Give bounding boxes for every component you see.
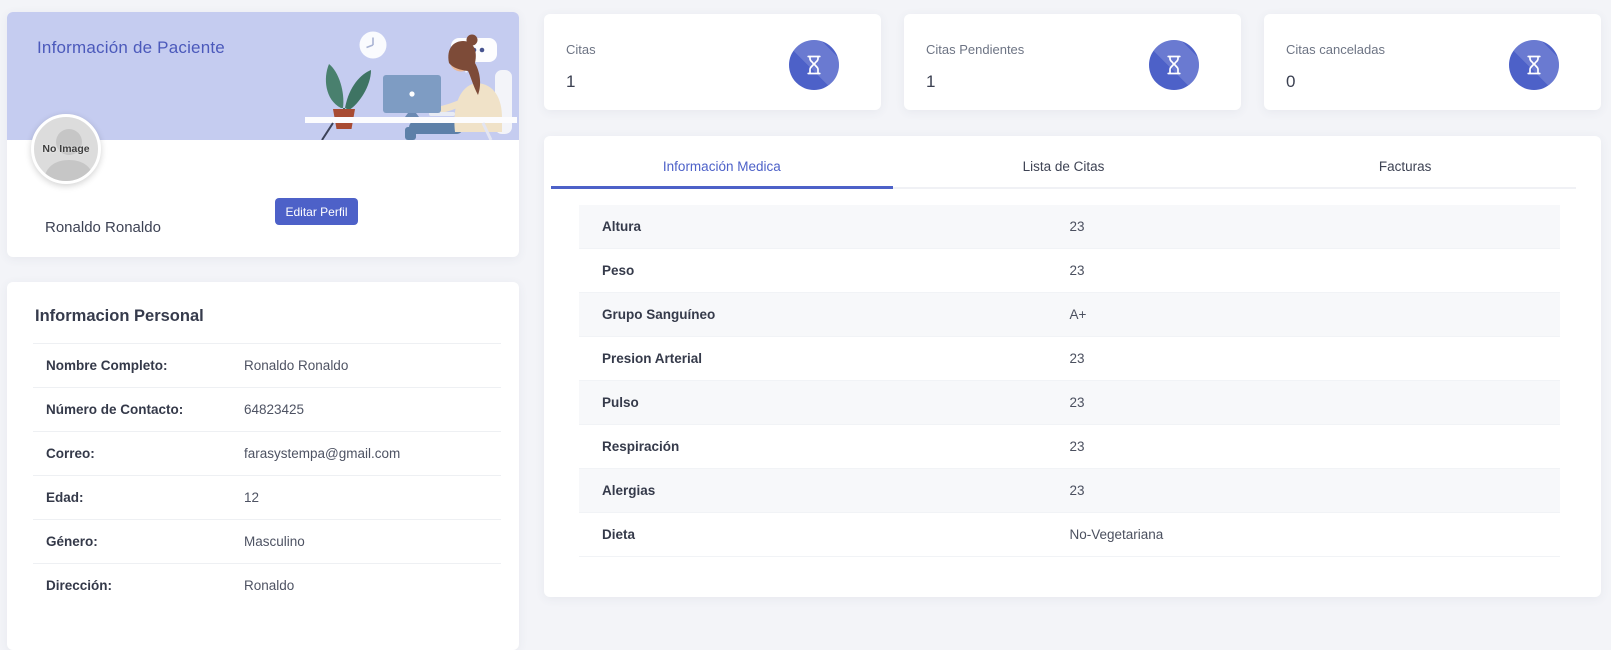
tab-facturas[interactable]: Facturas [1234, 136, 1576, 187]
personal-row-numero-de-contacto: Número de Contacto: 64823425 [33, 387, 501, 431]
medical-row-value: A+ [1070, 307, 1087, 322]
stat-label: Citas canceladas [1286, 42, 1385, 57]
hourglass-icon [1509, 40, 1559, 90]
medical-row-value: 23 [1070, 483, 1085, 498]
personal-row-value: 12 [244, 490, 259, 505]
medical-row-respiracion: Respiración 23 [579, 425, 1560, 469]
personal-row-value: 64823425 [244, 402, 304, 417]
medical-row-peso: Peso 23 [579, 249, 1560, 293]
medical-row-label: Peso [579, 263, 1070, 278]
personal-row-value: Ronaldo [244, 578, 294, 593]
tab-informacion-medica[interactable]: Información Medica [551, 136, 893, 187]
hourglass-icon [1149, 40, 1199, 90]
stat-card-citas: Citas 1 [544, 14, 881, 110]
clock-icon [360, 32, 387, 59]
medical-row-dieta: Dieta No-Vegetariana [579, 513, 1560, 557]
stat-card-citas-canceladas: Citas canceladas 0 [1264, 14, 1601, 110]
medical-row-presion-arterial: Presion Arterial 23 [579, 337, 1560, 381]
personal-row-nombre-completo: Nombre Completo: Ronaldo Ronaldo [33, 343, 501, 387]
personal-row-label: Nombre Completo: [46, 358, 244, 373]
medical-row-value: 23 [1070, 263, 1085, 278]
medical-details-card: Información Medica Lista de Citas Factur… [544, 136, 1601, 597]
medical-info-table: Altura 23 Peso 23 Grupo Sanguíneo A+ Pre… [579, 205, 1560, 557]
medical-row-label: Presion Arterial [579, 351, 1070, 366]
monitor-icon [383, 75, 441, 117]
edit-profile-button[interactable]: Editar Perfil [275, 198, 358, 225]
personal-row-genero: Género: Masculino [33, 519, 501, 563]
desk-illustration [305, 14, 517, 140]
personal-row-label: Correo: [46, 446, 244, 461]
medical-row-label: Dieta [579, 527, 1070, 542]
personal-row-correo: Correo: farasystempa@gmail.com [33, 431, 501, 475]
personal-row-value: farasystempa@gmail.com [244, 446, 400, 461]
hourglass-icon [789, 40, 839, 90]
stat-value: 0 [1286, 72, 1295, 92]
personal-row-label: Número de Contacto: [46, 402, 244, 417]
patient-card-title: Información de Paciente [37, 38, 225, 58]
stat-label: Citas [566, 42, 596, 57]
personal-row-direccion: Dirección: Ronaldo [33, 563, 501, 607]
medical-row-value: 23 [1070, 439, 1085, 454]
avatar: No Image [31, 114, 101, 184]
medical-row-altura: Altura 23 [579, 205, 1560, 249]
stat-card-citas-pendientes: Citas Pendientes 1 [904, 14, 1241, 110]
no-image-label: No Image [42, 143, 89, 155]
medical-row-label: Grupo Sanguíneo [579, 307, 1070, 322]
stat-value: 1 [566, 72, 575, 92]
medical-row-value: 23 [1070, 395, 1085, 410]
desk [305, 117, 517, 123]
personal-info-card: Informacion Personal Nombre Completo: Ro… [7, 282, 519, 650]
personal-info-title: Informacion Personal [35, 307, 491, 326]
tab-lista-de-citas[interactable]: Lista de Citas [893, 136, 1235, 187]
personal-row-label: Edad: [46, 490, 244, 505]
stats-row: Citas 1 Citas Pendientes 1 Citas cancela… [544, 14, 1601, 110]
patient-name: Ronaldo Ronaldo [45, 219, 161, 236]
medical-row-value: No-Vegetariana [1070, 527, 1164, 542]
medical-row-label: Respiración [579, 439, 1070, 454]
personal-row-edad: Edad: 12 [33, 475, 501, 519]
medical-row-label: Altura [579, 219, 1070, 234]
medical-row-pulso: Pulso 23 [579, 381, 1560, 425]
personal-row-label: Género: [46, 534, 244, 549]
tab-bar: Información Medica Lista de Citas Factur… [551, 136, 1576, 189]
medical-row-value: 23 [1070, 351, 1085, 366]
personal-row-value: Masculino [244, 534, 305, 549]
personal-row-label: Dirección: [46, 578, 244, 593]
personal-info-rows: Nombre Completo: Ronaldo Ronaldo Número … [33, 343, 501, 607]
stat-label: Citas Pendientes [926, 42, 1024, 57]
patient-info-card: Información de Paciente [7, 12, 519, 257]
medical-row-value: 23 [1070, 219, 1085, 234]
stat-value: 1 [926, 72, 935, 92]
medical-row-label: Pulso [579, 395, 1070, 410]
personal-row-value: Ronaldo Ronaldo [244, 358, 348, 373]
medical-row-label: Alergias [579, 483, 1070, 498]
medical-row-grupo-sanguineo: Grupo Sanguíneo A+ [579, 293, 1560, 337]
medical-row-alergias: Alergias 23 [579, 469, 1560, 513]
